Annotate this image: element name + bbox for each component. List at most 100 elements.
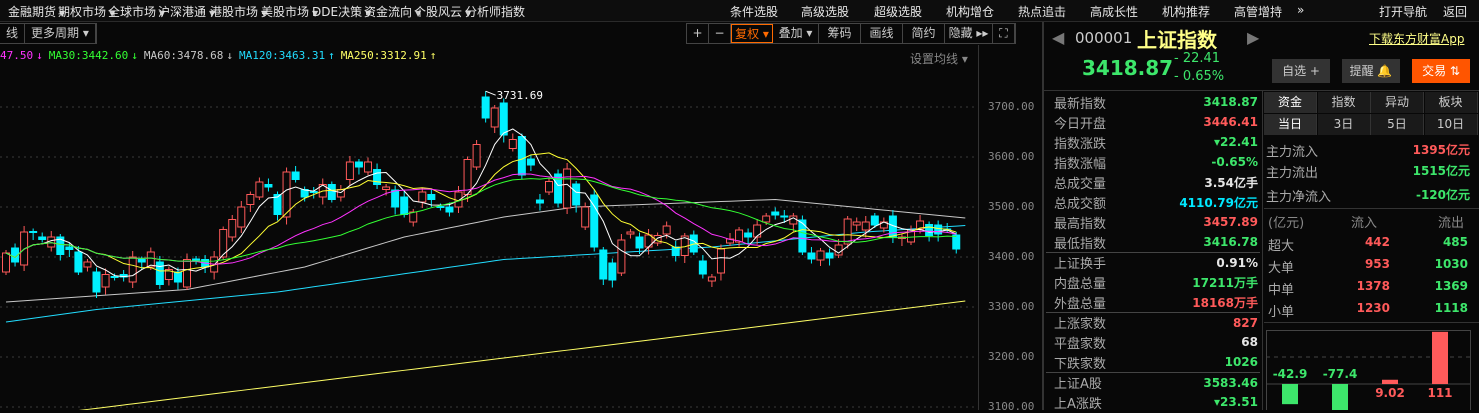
menu-item[interactable]: 高级选股 <box>801 3 849 20</box>
menu-item[interactable]: 打开导航 <box>1379 3 1427 20</box>
menu-item[interactable]: 沪深港通 ▼ <box>158 3 215 20</box>
trade-button[interactable]: 交易 ⇅ <box>1412 59 1470 83</box>
candle-body <box>364 161 372 173</box>
stat-label: 指数涨跌 <box>1054 136 1107 152</box>
candle-body <box>861 221 870 231</box>
simple-button[interactable]: 简约 <box>903 24 945 43</box>
bar-value-label: 111 <box>1427 386 1452 400</box>
price-tick-label: 3200.00 <box>988 350 1035 363</box>
period-tab[interactable]: 5日 <box>1371 114 1424 135</box>
candle-body <box>490 107 499 128</box>
draw-button[interactable]: 画线 <box>861 24 903 43</box>
menu-item-label: 高级选股 <box>801 5 850 19</box>
column-header: (亿元) <box>1268 216 1305 231</box>
stat-label: 总成交额 <box>1054 196 1107 212</box>
candle-body <box>825 252 834 259</box>
candle-body <box>798 219 807 253</box>
menu-item[interactable]: 个股风云 ▼ <box>414 3 471 20</box>
net-flow-bar <box>1382 379 1398 384</box>
menu-item[interactable]: 金融期货 ▼ <box>8 3 65 20</box>
candle-body <box>508 139 517 149</box>
candlestick-chart[interactable]: 3731.69 <box>0 70 978 410</box>
prev-stock-arrow-icon[interactable]: ◀ <box>1052 28 1064 47</box>
menu-item[interactable]: 资金流向 ▼ <box>364 3 421 20</box>
candle-body <box>563 168 572 209</box>
zoom-in-button[interactable]: + <box>687 24 709 43</box>
fund-tab[interactable]: 指数 <box>1317 92 1371 113</box>
fullscreen-button[interactable]: ⛶ <box>993 24 1015 43</box>
candle-body <box>409 211 418 223</box>
menu-item[interactable]: 超级选股 <box>874 3 922 20</box>
menu-item[interactable]: 机构增仓 <box>946 3 994 20</box>
set-ma-dropdown[interactable]: 设置均线 ▾ <box>910 50 968 67</box>
candle <box>671 241 680 262</box>
menu-item[interactable]: 返回 <box>1443 3 1467 20</box>
stat-value: 17211万手 <box>1192 275 1258 290</box>
candle <box>336 185 345 202</box>
candle-body <box>662 225 671 235</box>
menu-item[interactable]: 港股市场 ▼ <box>210 3 267 20</box>
stat-value: 3416.78 <box>1203 235 1258 249</box>
stat-row: 今日开盘 3446.41 <box>1046 112 1260 132</box>
candle <box>345 156 354 186</box>
period-tab[interactable]: 3日 <box>1317 114 1371 135</box>
menu-item-label: 个股风云 <box>414 5 463 19</box>
menu-item[interactable]: 全球市场 ▼ <box>108 3 165 20</box>
stat-row: 总成交额 4110.79亿元 <box>1046 192 1260 212</box>
next-stock-arrow-icon[interactable]: ▶ <box>1247 28 1259 47</box>
stat-value: 1026 <box>1224 355 1258 369</box>
menu-item[interactable]: 条件选股 <box>730 3 778 20</box>
alert-button[interactable]: 提醒 🔔 <box>1342 59 1400 83</box>
flow-value: -120亿元 <box>1415 188 1470 202</box>
net-flow-bar <box>1332 384 1348 410</box>
period-tab[interactable]: 当日 <box>1264 114 1317 135</box>
candle <box>119 270 128 282</box>
candle-body <box>83 261 92 268</box>
hide-button[interactable]: 隐藏 ▸▸ <box>945 24 993 43</box>
candle <box>816 248 825 266</box>
candle-body <box>255 181 264 198</box>
candle <box>508 133 517 152</box>
stat-value: 4110.79亿元 <box>1179 195 1258 210</box>
overlay-dropdown[interactable]: 叠加 ▾ <box>773 24 819 43</box>
menu-item[interactable]: 期权市场 ▼ <box>58 3 115 20</box>
menu-item[interactable]: 热点追击 <box>1018 3 1066 20</box>
menu-item[interactable]: 高成长性 <box>1090 3 1138 20</box>
candle <box>825 248 834 266</box>
zoom-out-button[interactable]: − <box>709 24 731 43</box>
period-tab[interactable]: 线 <box>0 24 26 43</box>
flow-row: 主力流出 1515亿元 <box>1266 162 1470 181</box>
top-menu-bar: 金融期货 ▼ 期权市场 ▼ 全球市场 ▼ 沪深港通 ▼ 港股市场 ▼ 美股市场 ▼ DDE决策 ▼ 资金流向… <box>0 0 1479 22</box>
download-app-link[interactable]: 下载东方财富App <box>1369 30 1464 47</box>
menu-item[interactable]: 美股市场 ▼ <box>261 3 318 20</box>
menu-item[interactable]: 机构推荐 <box>1162 3 1210 20</box>
candle <box>852 217 861 231</box>
fund-tab[interactable]: 资金 <box>1264 92 1317 113</box>
stat-row: 上涨家数 827 <box>1046 312 1260 332</box>
arrow-down-icon: ↓ <box>131 49 138 62</box>
add-watchlist-button[interactable]: 自选 + <box>1272 59 1330 83</box>
ma30-line <box>5 177 957 262</box>
menu-item[interactable]: 高管增持 <box>1234 3 1282 20</box>
fund-tab[interactable]: 板块 <box>1424 92 1478 113</box>
candle-body <box>427 194 436 200</box>
net-flow-bar <box>1282 384 1298 405</box>
stat-row: 最新指数 3418.87 <box>1046 92 1260 112</box>
menu-item[interactable]: 分析师指数 <box>465 3 525 20</box>
stat-value: 827 <box>1232 315 1258 330</box>
more-periods-dropdown[interactable]: 更多周期 ▾ <box>25 24 96 43</box>
candle-body <box>535 199 544 204</box>
chips-button[interactable]: 筹码 <box>819 24 861 43</box>
candle-body <box>870 215 879 226</box>
adjust-dropdown[interactable]: 复权 ▾ <box>731 24 773 43</box>
chart-toolbar: + − 复权 ▾ 叠加 ▾ 筹码 画线 简约 隐藏 ▸▸ ⛶ <box>686 23 1016 44</box>
stat-row: 指数涨跌 ▾22.41 <box>1046 132 1260 152</box>
candle-body <box>246 194 255 205</box>
candle <box>554 169 563 208</box>
ma20-line <box>5 173 957 265</box>
fund-tab[interactable]: 异动 <box>1371 92 1424 113</box>
period-tab[interactable]: 10日 <box>1424 114 1478 135</box>
menu-item[interactable]: DDE决策 ▼ <box>312 3 371 20</box>
menu-item[interactable]: » <box>1297 3 1304 17</box>
candle-body <box>925 224 934 236</box>
